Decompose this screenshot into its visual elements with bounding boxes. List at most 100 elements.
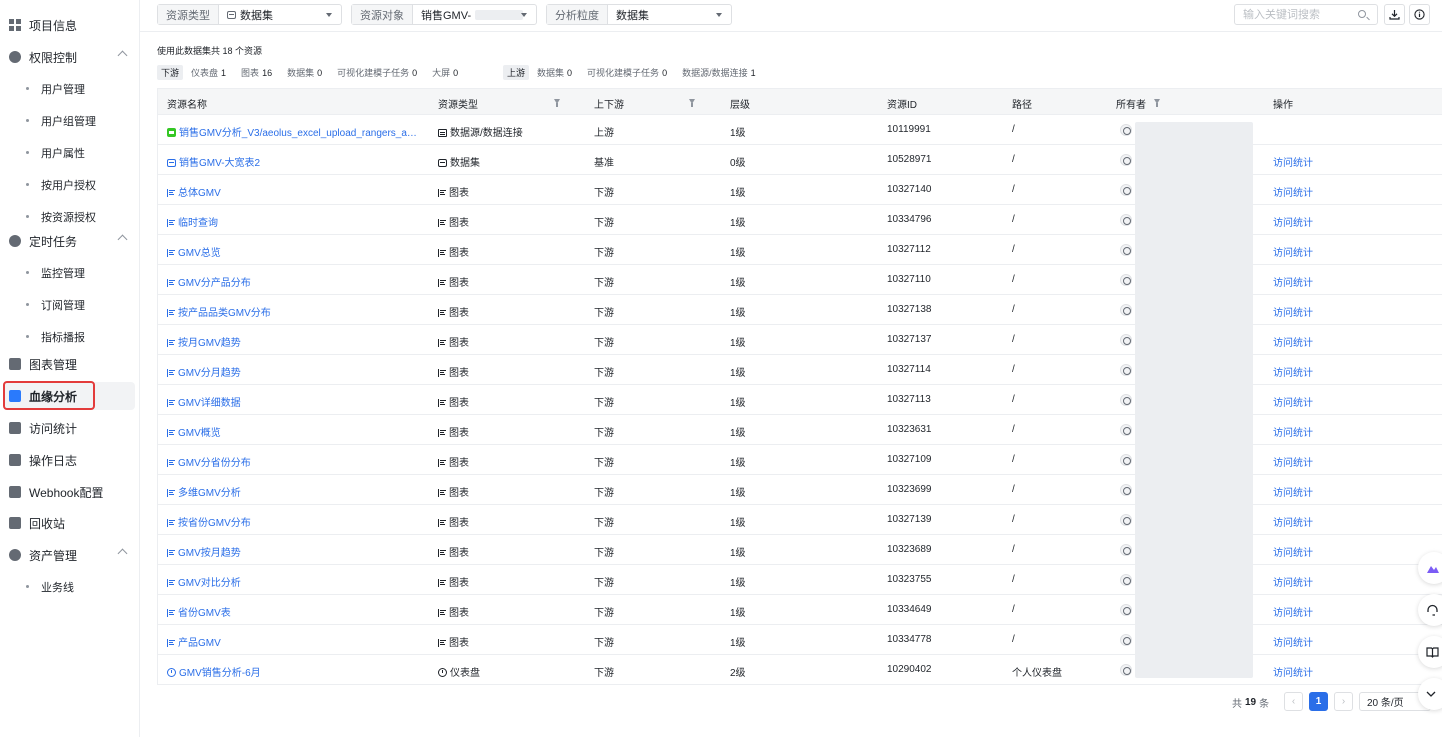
sidebar-item-6[interactable]: 按资源授权: [0, 202, 135, 230]
sidebar-item-8[interactable]: 监控管理: [0, 258, 135, 286]
access-stats-link[interactable]: 访问统计: [1273, 664, 1313, 679]
owner-avatar-icon: [1120, 634, 1132, 646]
docs-float-button[interactable]: [1418, 636, 1442, 668]
access-stats-link[interactable]: 访问统计: [1273, 184, 1313, 199]
level: 1级: [730, 608, 746, 619]
path: /: [1012, 304, 1015, 315]
owner-avatar-icon: [1120, 124, 1132, 136]
sidebar-item-14[interactable]: 操作日志: [0, 446, 135, 474]
access-stats-link[interactable]: 访问统计: [1273, 454, 1313, 469]
access-stats-link[interactable]: 访问统计: [1273, 214, 1313, 229]
resource-name-link[interactable]: 总体GMV: [167, 184, 221, 199]
resource-name-link[interactable]: 多维GMV分析: [167, 484, 241, 499]
access-stats-link[interactable]: 访问统计: [1273, 544, 1313, 559]
resource-name-link[interactable]: GMV按月趋势: [167, 544, 241, 559]
resource-name-link[interactable]: GMV详细数据: [167, 394, 241, 409]
resource-name-link[interactable]: 临时查询: [167, 214, 218, 229]
resource-type-text: 图表: [449, 218, 469, 229]
sidebar-item-0[interactable]: 项目信息: [0, 11, 135, 39]
sidebar-item-3[interactable]: 用户组管理: [0, 106, 135, 134]
access-stats-link[interactable]: 访问统计: [1273, 304, 1313, 319]
resource-name-link[interactable]: 产品GMV: [167, 634, 221, 649]
total-suffix: 条: [1259, 698, 1270, 710]
sidebar-item-9[interactable]: 订阅管理: [0, 290, 135, 318]
collapse-float-button[interactable]: [1418, 678, 1442, 710]
direction: 下游: [594, 398, 614, 409]
resource-type-text: 仪表盘: [450, 668, 480, 679]
granularity-select[interactable]: 分析粒度 数据集: [546, 4, 732, 25]
resource-id: 10323689: [887, 544, 932, 555]
level: 1级: [730, 188, 746, 199]
resource-name-link[interactable]: GMV对比分析: [167, 574, 241, 589]
header-owner: 所有者: [1116, 100, 1146, 111]
downstream-stat: 数据集 0: [287, 66, 322, 79]
sidebar-item-4[interactable]: 用户属性: [0, 138, 135, 166]
app-root: 项目信息权限控制用户管理用户组管理用户属性按用户授权按资源授权 定时任务监控管理订…: [0, 0, 1442, 737]
direction: 下游: [594, 428, 614, 439]
resource-name-link[interactable]: 销售GMV分析_V3/aeolus_excel_upload_rangers_a…: [167, 124, 422, 139]
resource-type: 数据源/数据连接: [438, 124, 523, 139]
sidebar-item-1[interactable]: 权限控制: [0, 43, 135, 71]
filter-icon[interactable]: [689, 99, 695, 107]
access-stats-link[interactable]: 访问统计: [1273, 484, 1313, 499]
access-stats-link[interactable]: 访问统计: [1273, 364, 1313, 379]
resource-name-link[interactable]: 按月GMV趋势: [167, 334, 241, 349]
table-header: 资源名称 资源类型 上下游 层级 资源ID 路径 所有者 操作: [158, 89, 1442, 115]
resource-name-link[interactable]: 省份GMV表: [167, 604, 231, 619]
chevron-up-icon[interactable]: [117, 234, 128, 245]
sidebar-item-11[interactable]: 图表管理: [0, 350, 135, 378]
direction: 下游: [594, 338, 614, 349]
sidebar-item-10[interactable]: 指标播报: [0, 322, 135, 350]
sidebar-item-5[interactable]: 按用户授权: [0, 170, 135, 198]
access-stats-link[interactable]: 访问统计: [1273, 424, 1313, 439]
resource-name: GMV分省份分布: [178, 458, 251, 469]
resource-object-select[interactable]: 资源对象 销售GMV-: [351, 4, 537, 25]
access-stats-link[interactable]: 访问统计: [1273, 394, 1313, 409]
direction: 上游: [594, 128, 614, 139]
resource-name-link[interactable]: GMV总览: [167, 244, 221, 259]
prev-page-button[interactable]: ‹: [1284, 692, 1303, 711]
info-button[interactable]: [1409, 4, 1430, 25]
chevron-up-icon[interactable]: [117, 548, 128, 559]
page-1-button[interactable]: 1: [1309, 692, 1328, 711]
resource-name-link[interactable]: GMV概览: [167, 424, 221, 439]
resource-type-select[interactable]: 资源类型 数据集: [157, 4, 342, 25]
access-stats-link[interactable]: 访问统计: [1273, 154, 1313, 169]
access-stats-link[interactable]: 访问统计: [1273, 244, 1313, 259]
resource-name-link[interactable]: 销售GMV-大宽表2: [167, 154, 260, 169]
sidebar-item-7[interactable]: 定时任务: [0, 227, 135, 255]
filter-icon[interactable]: [554, 99, 560, 107]
chevron-down-icon: [521, 13, 527, 17]
access-stats-link[interactable]: 访问统计: [1273, 334, 1313, 349]
resource-name-link[interactable]: GMV销售分析-6月: [167, 664, 261, 679]
access-stats-link[interactable]: 访问统计: [1273, 634, 1313, 649]
resource-name-link[interactable]: 按产品品类GMV分布: [167, 304, 271, 319]
chevron-up-icon[interactable]: [117, 50, 128, 61]
resource-name-link[interactable]: GMV分月趋势: [167, 364, 241, 379]
owner-avatar-icon: [1120, 484, 1132, 496]
sidebar-item-18[interactable]: 业务线: [0, 572, 135, 600]
download-button[interactable]: [1384, 4, 1405, 25]
sidebar-item-13[interactable]: 访问统计: [0, 414, 135, 442]
stat-label: 数据集: [287, 67, 315, 78]
search-icon[interactable]: [1358, 10, 1366, 18]
next-page-button[interactable]: ›: [1334, 692, 1353, 711]
resource-type-text: 数据源/数据连接: [450, 128, 523, 139]
redacted-owner-column: [1135, 122, 1253, 678]
sidebar-item-15[interactable]: Webhook配置: [0, 478, 135, 506]
assistant-float-button[interactable]: [1418, 552, 1442, 584]
access-stats-link[interactable]: 访问统计: [1273, 574, 1313, 589]
filter-icon[interactable]: [1154, 99, 1160, 107]
support-float-button[interactable]: [1418, 594, 1442, 626]
sidebar-item-16[interactable]: 回收站: [0, 509, 135, 537]
access-stats-link[interactable]: 访问统计: [1273, 514, 1313, 529]
resource-name-link[interactable]: GMV分省份分布: [167, 454, 251, 469]
sidebar-item-2[interactable]: 用户管理: [0, 74, 135, 102]
access-stats-link[interactable]: 访问统计: [1273, 274, 1313, 289]
search-input[interactable]: [1235, 5, 1345, 24]
sidebar-item-17[interactable]: 资产管理: [0, 541, 135, 569]
resource-name-link[interactable]: 按省份GMV分布: [167, 514, 251, 529]
sidebar-item-label: 访问统计: [29, 421, 78, 436]
access-stats-link[interactable]: 访问统计: [1273, 604, 1313, 619]
resource-name-link[interactable]: GMV分产品分布: [167, 274, 251, 289]
